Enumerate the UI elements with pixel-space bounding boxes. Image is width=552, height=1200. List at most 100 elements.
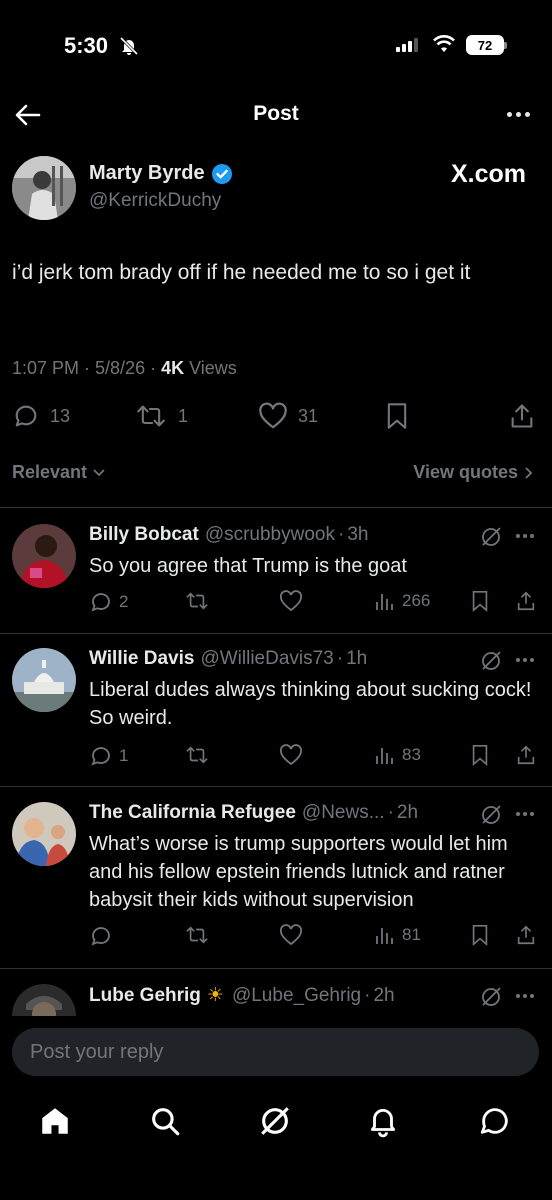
reply-icon	[89, 744, 113, 768]
reply-actions: 1 83	[89, 744, 539, 770]
bookmark-icon	[470, 744, 490, 766]
bookmark-icon	[470, 590, 490, 612]
verified-badge-icon	[211, 163, 233, 185]
divider	[0, 968, 552, 969]
reply-author-name[interactable]: Willie Davis	[89, 648, 194, 670]
views-button[interactable]: 83	[374, 744, 421, 766]
more-options-icon[interactable]	[507, 112, 530, 117]
source-badge: X.com	[450, 160, 526, 188]
reply-time: 3h	[347, 524, 369, 545]
reply-author-handle[interactable]: @scrubbywook	[205, 524, 335, 546]
share-icon	[515, 924, 537, 946]
views-button[interactable]: 81	[374, 924, 421, 946]
reply-author-name[interactable]: Billy Bobcat	[89, 524, 199, 546]
reply-button[interactable]	[89, 924, 113, 948]
view-quotes-link[interactable]: View quotes	[413, 462, 534, 483]
grok-icon[interactable]	[480, 804, 502, 826]
bell-off-icon	[118, 36, 140, 56]
reply-author-handle[interactable]: @News...	[302, 802, 385, 824]
like-count: 31	[298, 405, 319, 426]
like-button[interactable]	[279, 744, 303, 766]
reply-count: 13	[50, 405, 71, 426]
sort-dropdown[interactable]: Relevant	[12, 462, 106, 483]
bookmark-button[interactable]	[470, 590, 490, 612]
reply-more-icon[interactable]	[516, 812, 534, 816]
reply-author-handle[interactable]: @WillieDavis73	[200, 648, 333, 670]
like-button[interactable]: 31	[258, 402, 318, 430]
reply-icon	[89, 924, 113, 948]
grok-icon[interactable]	[480, 650, 502, 672]
notifications-bell-icon[interactable]	[366, 1104, 400, 1138]
like-button[interactable]	[279, 924, 303, 946]
post-meta: 1:07 PM · 5/8/26 · 4K Views	[12, 358, 237, 379]
battery-level: 72	[477, 37, 493, 53]
share-button[interactable]	[515, 744, 537, 766]
reply-author-name[interactable]: The California Refugee	[89, 802, 296, 824]
sun-emoji: ☀	[206, 984, 224, 1006]
reply-text: So you agree that Trump is the goat	[89, 555, 407, 577]
home-icon[interactable]	[38, 1104, 72, 1138]
reply-avatar[interactable]	[12, 984, 76, 1016]
bookmark-button[interactable]	[470, 744, 490, 766]
reply-button[interactable]: 1	[89, 744, 128, 768]
repost-icon	[184, 590, 210, 612]
bookmark-button[interactable]	[384, 402, 410, 430]
repost-button[interactable]	[184, 924, 210, 946]
repost-button[interactable]	[184, 590, 210, 612]
reply-more-icon[interactable]	[516, 658, 534, 662]
heart-icon	[279, 924, 303, 946]
search-icon[interactable]	[148, 1104, 182, 1138]
like-button[interactable]	[279, 590, 303, 612]
author-name[interactable]: Marty Byrde	[89, 162, 205, 185]
views-icon	[374, 744, 396, 766]
cell-signal-icon	[396, 38, 418, 52]
reply-avatar[interactable]	[12, 802, 76, 866]
bottom-tab-bar	[0, 1096, 552, 1200]
page-title: Post	[253, 102, 299, 125]
heart-icon	[279, 744, 303, 766]
views-count: 83	[402, 745, 421, 764]
author-avatar[interactable]	[12, 156, 76, 220]
views-count: 4K	[161, 358, 185, 378]
heart-icon	[279, 590, 303, 612]
share-icon	[515, 744, 537, 766]
reply-avatar[interactable]	[12, 524, 76, 588]
repost-icon	[134, 402, 168, 430]
status-time: 5:30	[64, 33, 109, 58]
battery-icon: 72	[466, 35, 507, 55]
share-button[interactable]	[515, 590, 537, 612]
reply-avatar[interactable]	[12, 648, 76, 712]
grok-icon[interactable]	[480, 526, 502, 548]
reply-button[interactable]: 2	[89, 590, 128, 614]
repost-button[interactable]	[184, 744, 210, 766]
post-author: Marty Byrde @KerrickDuchy X.com	[12, 156, 540, 222]
share-button[interactable]	[515, 924, 537, 946]
views-count: 81	[402, 925, 421, 944]
reply-more-icon[interactable]	[516, 994, 534, 998]
reply-time: 1h	[346, 648, 368, 669]
reply-text: What’s worse is trump supporters would l…	[89, 833, 508, 911]
bookmark-icon	[384, 402, 410, 430]
chevron-right-icon	[524, 466, 534, 480]
reply-input[interactable]: Post your reply	[12, 1028, 539, 1076]
grok-icon[interactable]	[480, 986, 502, 1008]
messages-icon[interactable]	[478, 1104, 512, 1138]
author-handle[interactable]: @KerrickDuchy	[89, 190, 221, 212]
repost-button[interactable]: 1	[134, 402, 188, 430]
bookmark-button[interactable]	[470, 924, 490, 946]
reply-author-handle[interactable]: @Lube_Gehrig	[232, 985, 361, 1007]
share-button[interactable]	[509, 402, 535, 430]
reply-author-name[interactable]: Lube Gehrig	[89, 985, 201, 1007]
post-timestamp: 1:07 PM · 5/8/26 ·	[12, 358, 162, 378]
reply-more-icon[interactable]	[516, 534, 534, 538]
grok-icon[interactable]	[258, 1104, 292, 1138]
divider	[0, 786, 552, 787]
post-header: Post	[0, 96, 552, 136]
reply-actions: 81	[89, 924, 539, 950]
post-text: i’d jerk tom brady off if he needed me t…	[12, 261, 471, 284]
reply-item[interactable]: Lube Gehrig ☀ @Lube_Gehrig · 2h	[0, 984, 552, 1016]
views-button[interactable]: 266	[374, 590, 430, 612]
reply-composer: Post your reply	[0, 1016, 552, 1096]
reply-time: 2h	[396, 802, 419, 823]
reply-button[interactable]: 13	[12, 402, 70, 430]
